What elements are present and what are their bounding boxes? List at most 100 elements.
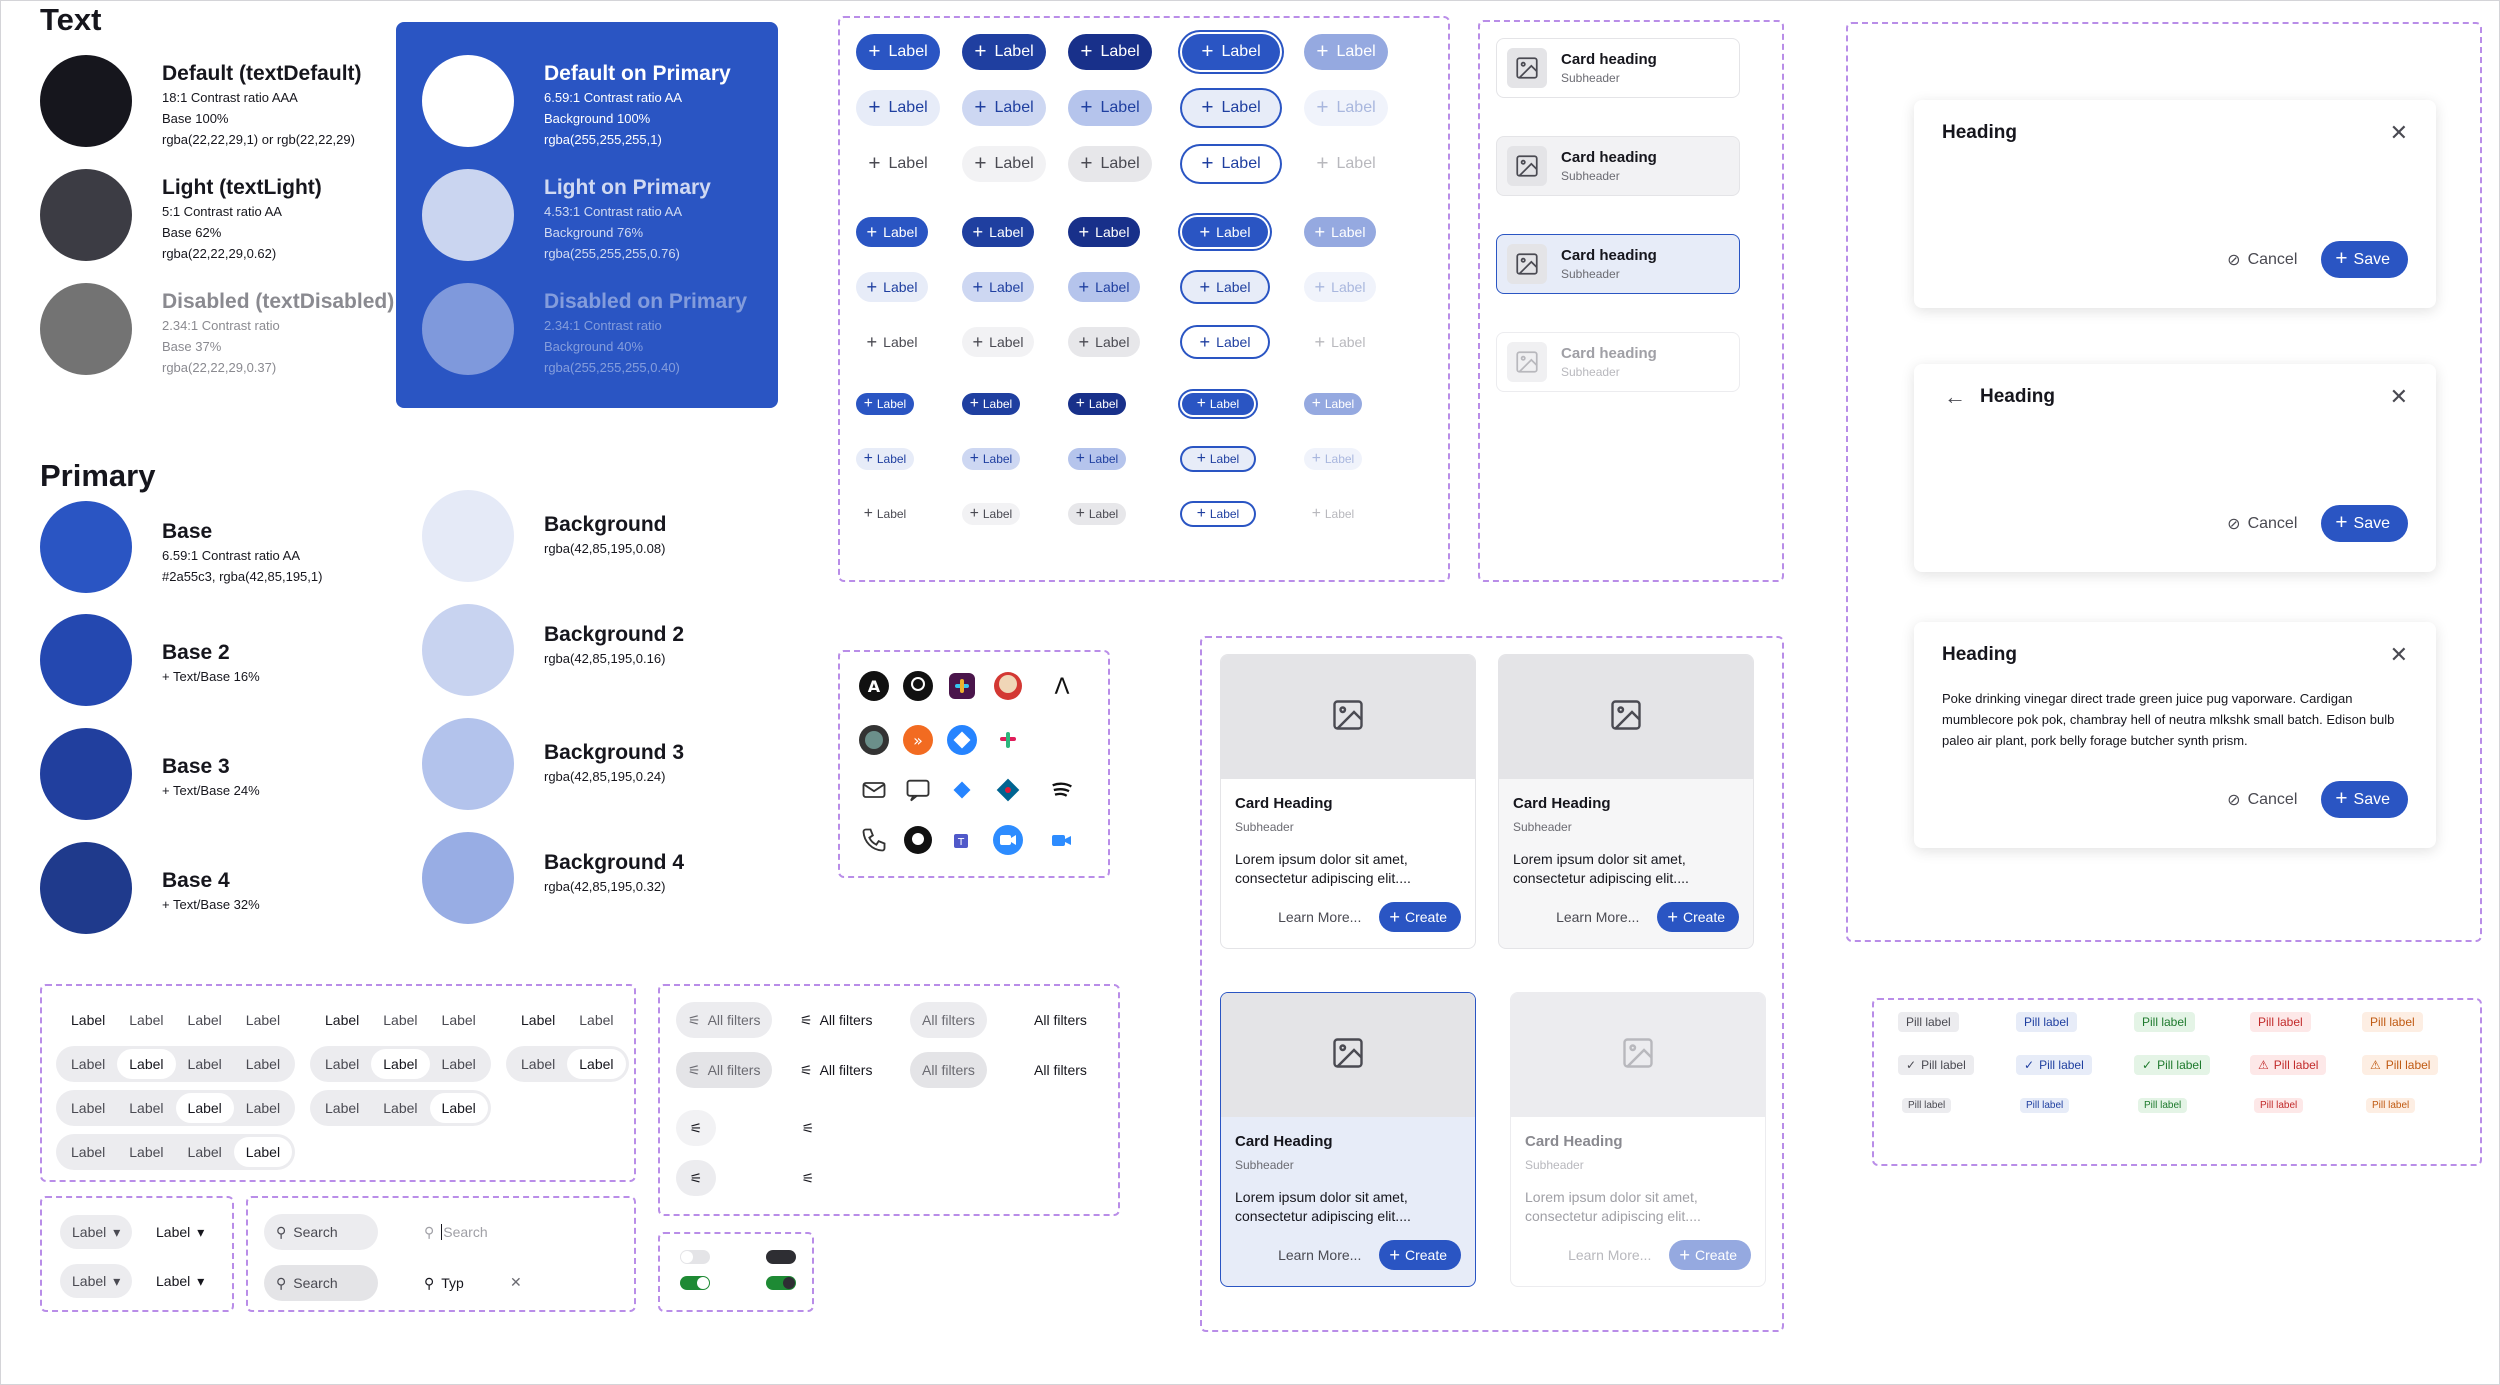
teams-icon[interactable]: T	[944, 822, 980, 858]
label-button[interactable]: + Label	[1304, 503, 1362, 525]
segment-option[interactable]: Label	[176, 1137, 234, 1167]
all-filters-button[interactable]: ⚟ All filters	[676, 1052, 773, 1088]
search-input[interactable]: ⚲ Search	[264, 1265, 378, 1301]
segment-option[interactable]: Label	[313, 1005, 372, 1035]
segment-option[interactable]: Label	[59, 1093, 117, 1123]
segment-option[interactable]: Label	[371, 1093, 429, 1123]
toggle-on-dark[interactable]	[766, 1276, 796, 1290]
label-button[interactable]: + Label	[962, 217, 1034, 247]
save-button[interactable]: + Save	[2321, 241, 2408, 278]
label-button[interactable]: + Label	[1068, 393, 1126, 415]
segment-option[interactable]: Label	[175, 1093, 234, 1123]
jenkins-icon[interactable]	[990, 668, 1026, 704]
segment-option[interactable]: Label	[233, 1137, 293, 1167]
video-camera-icon[interactable]	[1044, 822, 1080, 858]
search-input-focused[interactable]: ⚲ Search	[412, 1214, 602, 1250]
segment-option[interactable]: Label	[234, 1093, 292, 1123]
ansible-outline-icon[interactable]: Λ	[1044, 668, 1080, 704]
label-button[interactable]: + Label	[1068, 146, 1152, 182]
segment-option[interactable]: Label	[117, 1093, 175, 1123]
phone-icon[interactable]	[856, 822, 892, 858]
toggle-on[interactable]	[680, 1276, 710, 1290]
github-cat-icon[interactable]	[900, 822, 936, 858]
create-button[interactable]: + Create	[1379, 1240, 1461, 1271]
dominos-icon[interactable]	[990, 772, 1026, 808]
toggle-off[interactable]	[680, 1250, 710, 1264]
label-button[interactable]: + Label	[1068, 503, 1126, 525]
segment-option[interactable]: Label	[371, 1049, 430, 1079]
label-button[interactable]: + Label	[1182, 34, 1280, 70]
label-button[interactable]: + Label	[1304, 146, 1388, 182]
segment-option[interactable]: Label	[313, 1093, 371, 1123]
label-button[interactable]: + Label	[1304, 217, 1376, 247]
filter-icon-button[interactable]: ⚟	[676, 1110, 716, 1146]
label-button[interactable]: + Label	[856, 146, 940, 182]
segment-option[interactable]: Label	[429, 1093, 488, 1123]
label-button[interactable]: + Label	[1068, 34, 1152, 70]
ansible-icon[interactable]: A	[856, 668, 892, 704]
all-filters-button[interactable]: All filters	[1022, 1002, 1099, 1038]
dropdown[interactable]: Label ▾	[60, 1264, 133, 1298]
segment-option[interactable]: Label	[567, 1049, 626, 1079]
all-filters-button[interactable]: ⚟ All filters	[788, 1052, 884, 1088]
label-button[interactable]: + Label	[1304, 34, 1388, 70]
label-button[interactable]: + Label	[962, 146, 1046, 182]
label-button[interactable]: + Label	[856, 34, 940, 70]
toggle-off-dark[interactable]	[766, 1250, 796, 1264]
segment-option[interactable]: Label	[59, 1005, 118, 1035]
label-button[interactable]: + Label	[856, 503, 914, 525]
segment-option[interactable]: Label	[117, 1049, 176, 1079]
segment-option[interactable]: Label	[59, 1049, 117, 1079]
blank-icon[interactable]	[1044, 722, 1080, 758]
label-button[interactable]: + Label	[1304, 393, 1362, 415]
save-button[interactable]: + Save	[2321, 781, 2408, 818]
dropdown[interactable]: Label ▾	[60, 1215, 133, 1249]
segment-option[interactable]: Label	[313, 1049, 371, 1079]
slack-color-icon[interactable]	[990, 722, 1026, 758]
mini-card[interactable]: Card heading Subheader	[1496, 38, 1740, 98]
label-button[interactable]: + Label	[1182, 272, 1268, 302]
save-button[interactable]: + Save	[2321, 505, 2408, 542]
github-icon[interactable]	[900, 668, 936, 704]
label-button[interactable]: + Label	[1304, 448, 1362, 470]
create-button[interactable]: + Create	[1669, 1240, 1751, 1271]
learn-more-link[interactable]: Learn More...	[1278, 1247, 1361, 1263]
segment-option[interactable]: Label	[430, 1049, 488, 1079]
learn-more-link[interactable]: Learn More...	[1278, 909, 1361, 925]
label-button[interactable]: + Label	[1182, 503, 1254, 525]
label-button[interactable]: + Label	[1068, 272, 1140, 302]
label-button[interactable]: + Label	[962, 327, 1034, 357]
mail-icon[interactable]	[856, 772, 892, 808]
label-button[interactable]: + Label	[1068, 327, 1140, 357]
label-button[interactable]: + Label	[856, 327, 928, 357]
label-button[interactable]: + Label	[856, 217, 928, 247]
label-button[interactable]: + Label	[962, 393, 1020, 415]
slack-icon[interactable]	[944, 668, 980, 704]
all-filters-button[interactable]: All filters	[910, 1002, 987, 1038]
all-filters-button[interactable]: ⚟ All filters	[676, 1002, 773, 1038]
all-filters-button[interactable]: ⚟ All filters	[788, 1002, 884, 1038]
mini-card[interactable]: Card heading Subheader	[1496, 136, 1740, 196]
chat-icon[interactable]	[900, 772, 936, 808]
card[interactable]: Card Heading Subheader Lorem ipsum dolor s…	[1510, 992, 1766, 1288]
segment-option[interactable]: Label	[234, 1005, 292, 1035]
segment-option[interactable]: Label	[234, 1049, 292, 1079]
close-icon[interactable]: ✕	[2390, 384, 2408, 410]
label-button[interactable]: + Label	[1182, 90, 1280, 126]
label-button[interactable]: + Label	[1182, 393, 1254, 415]
segment-option[interactable]: Label	[430, 1005, 488, 1035]
label-button[interactable]: + Label	[1182, 217, 1268, 247]
segment-option[interactable]: Label	[176, 1049, 234, 1079]
cancel-button[interactable]: ⊘ Cancel	[2227, 250, 2297, 270]
all-filters-button[interactable]: All filters	[910, 1052, 987, 1088]
mini-card[interactable]: Card heading Subheader	[1496, 234, 1740, 294]
cancel-button[interactable]: ⊘ Cancel	[2227, 514, 2297, 534]
label-button[interactable]: + Label	[1304, 272, 1376, 302]
label-button[interactable]: + Label	[962, 272, 1034, 302]
label-button[interactable]: + Label	[962, 90, 1046, 126]
segment-option[interactable]: Label	[567, 1005, 625, 1035]
label-button[interactable]: + Label	[962, 34, 1046, 70]
circle-ci-icon[interactable]	[856, 722, 892, 758]
card[interactable]: Card Heading Subheader Lorem ipsum dolor s…	[1498, 654, 1754, 950]
spotify-icon[interactable]	[1044, 772, 1080, 808]
